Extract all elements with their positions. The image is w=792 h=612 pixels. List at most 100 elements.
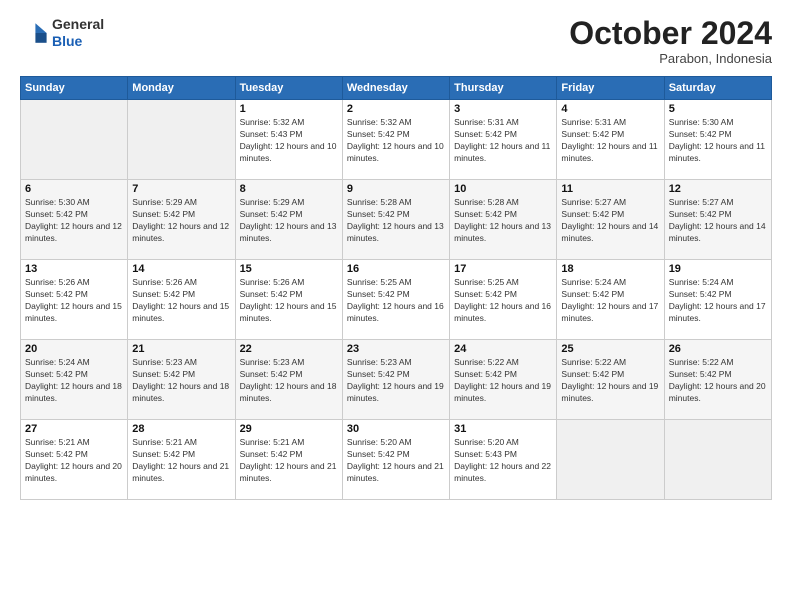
- day-number: 16: [347, 263, 445, 275]
- calendar-cell: 8 Sunrise: 5:29 AM Sunset: 5:42 PM Daylig…: [235, 180, 342, 260]
- day-info: Sunrise: 5:30 AM Sunset: 5:42 PM Dayligh…: [669, 117, 767, 165]
- day-number: 15: [240, 263, 338, 275]
- day-info: Sunrise: 5:23 AM Sunset: 5:42 PM Dayligh…: [347, 357, 445, 405]
- day-info: Sunrise: 5:31 AM Sunset: 5:42 PM Dayligh…: [454, 117, 552, 165]
- day-number: 5: [669, 103, 767, 115]
- day-info: Sunrise: 5:29 AM Sunset: 5:42 PM Dayligh…: [240, 197, 338, 245]
- calendar-cell: 26 Sunrise: 5:22 AM Sunset: 5:42 PM Dayli…: [664, 340, 771, 420]
- page: General Blue October 2024 Parabon, Indon…: [0, 0, 792, 612]
- calendar-cell: [128, 100, 235, 180]
- day-number: 25: [561, 343, 659, 355]
- day-number: 22: [240, 343, 338, 355]
- day-info: Sunrise: 5:28 AM Sunset: 5:42 PM Dayligh…: [454, 197, 552, 245]
- day-number: 30: [347, 423, 445, 435]
- month-title: October 2024: [569, 16, 772, 51]
- calendar-cell: 5 Sunrise: 5:30 AM Sunset: 5:42 PM Daylig…: [664, 100, 771, 180]
- day-number: 20: [25, 343, 123, 355]
- calendar-cell: 15 Sunrise: 5:26 AM Sunset: 5:42 PM Dayli…: [235, 260, 342, 340]
- day-number: 4: [561, 103, 659, 115]
- day-info: Sunrise: 5:32 AM Sunset: 5:43 PM Dayligh…: [240, 117, 338, 165]
- calendar-cell: 29 Sunrise: 5:21 AM Sunset: 5:42 PM Dayli…: [235, 420, 342, 500]
- day-info: Sunrise: 5:22 AM Sunset: 5:42 PM Dayligh…: [669, 357, 767, 405]
- day-number: 9: [347, 183, 445, 195]
- day-number: 10: [454, 183, 552, 195]
- day-number: 29: [240, 423, 338, 435]
- calendar-cell: 13 Sunrise: 5:26 AM Sunset: 5:42 PM Dayli…: [21, 260, 128, 340]
- weekday-header: Saturday: [664, 77, 771, 100]
- day-info: Sunrise: 5:23 AM Sunset: 5:42 PM Dayligh…: [240, 357, 338, 405]
- day-info: Sunrise: 5:20 AM Sunset: 5:42 PM Dayligh…: [347, 437, 445, 485]
- calendar-cell: 25 Sunrise: 5:22 AM Sunset: 5:42 PM Dayli…: [557, 340, 664, 420]
- weekday-header: Monday: [128, 77, 235, 100]
- calendar-cell: 14 Sunrise: 5:26 AM Sunset: 5:42 PM Dayli…: [128, 260, 235, 340]
- day-info: Sunrise: 5:26 AM Sunset: 5:42 PM Dayligh…: [240, 277, 338, 325]
- day-info: Sunrise: 5:22 AM Sunset: 5:42 PM Dayligh…: [561, 357, 659, 405]
- calendar-cell: 9 Sunrise: 5:28 AM Sunset: 5:42 PM Daylig…: [342, 180, 449, 260]
- calendar-cell: [21, 100, 128, 180]
- day-number: 21: [132, 343, 230, 355]
- day-number: 17: [454, 263, 552, 275]
- day-info: Sunrise: 5:23 AM Sunset: 5:42 PM Dayligh…: [132, 357, 230, 405]
- calendar-cell: 12 Sunrise: 5:27 AM Sunset: 5:42 PM Dayli…: [664, 180, 771, 260]
- day-number: 1: [240, 103, 338, 115]
- calendar-cell: 28 Sunrise: 5:21 AM Sunset: 5:42 PM Dayli…: [128, 420, 235, 500]
- day-number: 6: [25, 183, 123, 195]
- calendar-cell: 10 Sunrise: 5:28 AM Sunset: 5:42 PM Dayli…: [450, 180, 557, 260]
- day-info: Sunrise: 5:28 AM Sunset: 5:42 PM Dayligh…: [347, 197, 445, 245]
- weekday-header: Tuesday: [235, 77, 342, 100]
- day-info: Sunrise: 5:21 AM Sunset: 5:42 PM Dayligh…: [132, 437, 230, 485]
- day-number: 28: [132, 423, 230, 435]
- calendar-cell: 22 Sunrise: 5:23 AM Sunset: 5:42 PM Dayli…: [235, 340, 342, 420]
- day-number: 8: [240, 183, 338, 195]
- day-info: Sunrise: 5:21 AM Sunset: 5:42 PM Dayligh…: [240, 437, 338, 485]
- calendar-cell: 21 Sunrise: 5:23 AM Sunset: 5:42 PM Dayli…: [128, 340, 235, 420]
- calendar-cell: 19Sunrise: 5:24 AM Sunset: 5:42 PM Dayli…: [664, 260, 771, 340]
- calendar-cell: [557, 420, 664, 500]
- calendar-cell: 7 Sunrise: 5:29 AM Sunset: 5:42 PM Daylig…: [128, 180, 235, 260]
- calendar-table: SundayMondayTuesdayWednesdayThursdayFrid…: [20, 76, 772, 500]
- header: General Blue October 2024 Parabon, Indon…: [20, 16, 772, 66]
- calendar-cell: [664, 420, 771, 500]
- calendar-cell: 6 Sunrise: 5:30 AM Sunset: 5:42 PM Daylig…: [21, 180, 128, 260]
- day-info: Sunrise: 5:24 AM Sunset: 5:42 PM Dayligh…: [25, 357, 123, 405]
- day-number: 14: [132, 263, 230, 275]
- calendar-cell: 16Sunrise: 5:25 AM Sunset: 5:42 PM Dayli…: [342, 260, 449, 340]
- day-number: 7: [132, 183, 230, 195]
- logo-text: General Blue: [52, 16, 104, 50]
- calendar-cell: 23 Sunrise: 5:23 AM Sunset: 5:42 PM Dayli…: [342, 340, 449, 420]
- day-info: Sunrise: 5:27 AM Sunset: 5:42 PM Dayligh…: [669, 197, 767, 245]
- weekday-header: Wednesday: [342, 77, 449, 100]
- logo: General Blue: [20, 16, 104, 50]
- day-number: 11: [561, 183, 659, 195]
- calendar-cell: 27Sunrise: 5:21 AM Sunset: 5:42 PM Dayli…: [21, 420, 128, 500]
- day-number: 26: [669, 343, 767, 355]
- day-number: 18: [561, 263, 659, 275]
- day-number: 3: [454, 103, 552, 115]
- calendar-cell: 18 Sunrise: 5:24 AM Sunset: 5:42 PM Dayli…: [557, 260, 664, 340]
- day-number: 12: [669, 183, 767, 195]
- weekday-header: Friday: [557, 77, 664, 100]
- day-info: Sunrise: 5:24 AM Sunset: 5:42 PM Dayligh…: [669, 277, 767, 325]
- day-info: Sunrise: 5:27 AM Sunset: 5:42 PM Dayligh…: [561, 197, 659, 245]
- day-info: Sunrise: 5:20 AM Sunset: 5:43 PM Dayligh…: [454, 437, 552, 485]
- day-info: Sunrise: 5:29 AM Sunset: 5:42 PM Dayligh…: [132, 197, 230, 245]
- day-info: Sunrise: 5:30 AM Sunset: 5:42 PM Dayligh…: [25, 197, 123, 245]
- weekday-header: Thursday: [450, 77, 557, 100]
- day-info: Sunrise: 5:26 AM Sunset: 5:42 PM Dayligh…: [25, 277, 123, 325]
- day-number: 13: [25, 263, 123, 275]
- title-block: October 2024 Parabon, Indonesia: [569, 16, 772, 66]
- day-info: Sunrise: 5:26 AM Sunset: 5:42 PM Dayligh…: [132, 277, 230, 325]
- day-info: Sunrise: 5:25 AM Sunset: 5:42 PM Dayligh…: [454, 277, 552, 325]
- day-number: 23: [347, 343, 445, 355]
- day-info: Sunrise: 5:24 AM Sunset: 5:42 PM Dayligh…: [561, 277, 659, 325]
- calendar-cell: 11 Sunrise: 5:27 AM Sunset: 5:42 PM Dayli…: [557, 180, 664, 260]
- weekday-header: Sunday: [21, 77, 128, 100]
- day-number: 27: [25, 423, 123, 435]
- calendar-cell: 2 Sunrise: 5:32 AM Sunset: 5:42 PM Daylig…: [342, 100, 449, 180]
- day-number: 2: [347, 103, 445, 115]
- calendar-cell: 31Sunrise: 5:20 AM Sunset: 5:43 PM Dayli…: [450, 420, 557, 500]
- calendar-cell: 4Sunrise: 5:31 AM Sunset: 5:42 PM Daylig…: [557, 100, 664, 180]
- day-number: 24: [454, 343, 552, 355]
- day-info: Sunrise: 5:32 AM Sunset: 5:42 PM Dayligh…: [347, 117, 445, 165]
- calendar-cell: 30 Sunrise: 5:20 AM Sunset: 5:42 PM Dayli…: [342, 420, 449, 500]
